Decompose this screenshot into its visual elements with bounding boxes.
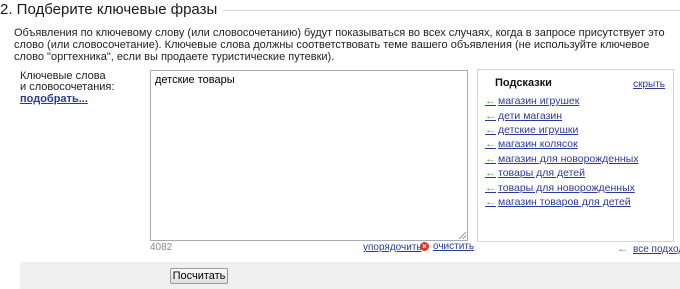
clear-link[interactable]: очистить (433, 241, 474, 252)
clear-control[interactable]: × очистить (420, 241, 474, 252)
remaining-chars-count: 4082 (150, 242, 173, 253)
hint-item-label[interactable]: магазин колясок (498, 138, 578, 150)
hint-item[interactable]: ← магазин товаров для детей (485, 195, 639, 209)
keywords-label: Ключевые слова и словосочетания: подобра… (20, 71, 114, 105)
hint-item-label[interactable]: магазин товаров для детей (498, 196, 631, 208)
calculate-button[interactable]: Посчитать (170, 268, 228, 284)
hints-panel: Подсказки скрыть ← магазин игрушек ← дети … (477, 69, 674, 242)
arrow-left-icon: ← (485, 138, 496, 151)
all-fit-link[interactable]: все подходят (633, 244, 680, 255)
bottom-action-bar (20, 262, 680, 289)
resize-grip-icon[interactable] (459, 232, 466, 239)
hint-item-label[interactable]: товары для детей (498, 167, 585, 179)
section-title: 2. Подберите ключевые фразы (0, 1, 224, 18)
hint-item[interactable]: ← магазин для новорожденных (485, 152, 639, 166)
keywords-textarea[interactable] (151, 71, 467, 240)
pick-keywords-link[interactable]: подобрать... (20, 94, 114, 105)
arrow-left-icon: ← (485, 109, 496, 122)
hint-item[interactable]: ← товары для новорожденных (485, 180, 639, 194)
hint-item-label[interactable]: магазин игрушек (498, 95, 579, 107)
hint-item-label[interactable]: магазин для новорожденных (498, 153, 639, 165)
keywords-label-line2: и словосочетания: (20, 81, 115, 93)
arrow-left-icon: ← (485, 181, 496, 194)
keywords-textarea-frame (150, 70, 468, 241)
hint-item[interactable]: ← товары для детей (485, 166, 639, 180)
clear-icon[interactable]: × (420, 242, 429, 251)
hide-hints-link[interactable]: скрыть (633, 79, 665, 90)
hint-list: ← магазин игрушек ← дети магазин ← детские … (485, 94, 639, 209)
sort-link[interactable]: упорядочить (363, 242, 422, 253)
arrow-left-icon: ← (485, 167, 496, 180)
hint-item-label[interactable]: товары для новорожденных (498, 182, 635, 194)
arrow-left-icon: ← (485, 95, 496, 108)
all-fit-control[interactable]: ← все подходят (617, 243, 680, 255)
hints-title: Подсказки (495, 77, 552, 89)
hint-item-label[interactable]: детские игрушки (498, 124, 578, 136)
hint-item[interactable]: ← магазин игрушек (485, 94, 639, 108)
hint-item-label[interactable]: дети магазин (498, 110, 562, 122)
hint-item[interactable]: ← детские игрушки (485, 123, 639, 137)
section-description: Объявления по ключевому слову (или слово… (14, 27, 665, 63)
arrow-left-icon: ← (485, 195, 496, 208)
hint-item[interactable]: ← дети магазин (485, 108, 639, 122)
arrow-left-icon: ← (485, 123, 496, 136)
arrow-left-icon: ← (617, 243, 628, 255)
hint-item[interactable]: ← магазин колясок (485, 137, 639, 151)
arrow-left-icon: ← (485, 152, 496, 165)
